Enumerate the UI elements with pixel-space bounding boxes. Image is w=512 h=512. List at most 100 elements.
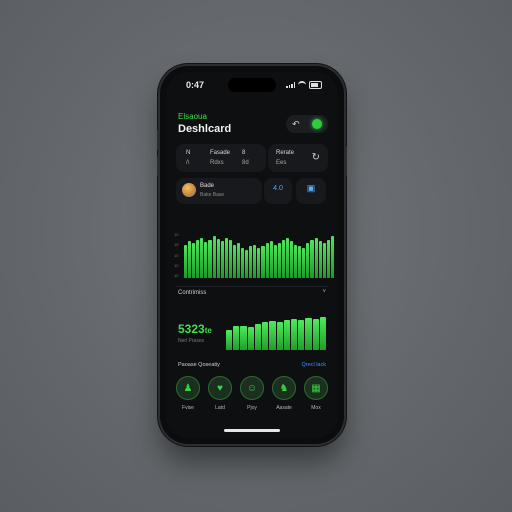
- quick-action-label: Latd: [215, 405, 225, 411]
- wifi-icon: [298, 81, 306, 89]
- chart-bar: [212, 236, 216, 278]
- activity-bar-chart: 10 15 10 10 10: [174, 232, 334, 278]
- quick-actions-title: Paoase Qoseatiy: [178, 362, 220, 368]
- stat-b: Fasade Rdxs: [210, 150, 230, 166]
- stat-b-value: Rdxs: [210, 160, 224, 166]
- y-tick-label: 10: [174, 273, 179, 278]
- chart-bar: [330, 236, 334, 278]
- stat-d-label: Rerate: [276, 150, 295, 156]
- battery-icon: [309, 81, 322, 89]
- stat-c-value: 8d: [242, 160, 249, 166]
- mini-chart-card[interactable]: ▣: [296, 178, 326, 204]
- quick-action-fvise[interactable]: ♟ Fvise: [174, 376, 202, 411]
- page-title: Deshlcard: [178, 123, 232, 135]
- chart-bar: [220, 241, 224, 278]
- chart-bar: [322, 242, 326, 278]
- chart-bar: [237, 242, 241, 278]
- summary-bar: [298, 320, 305, 350]
- profile-card[interactable]: Bade Bake Base: [176, 178, 262, 204]
- home-indicator[interactable]: [224, 429, 280, 432]
- big-value-sub: Nerl Prases: [178, 338, 205, 344]
- quick-action-label: Fvise: [182, 405, 194, 411]
- big-value: 5323te: [178, 322, 212, 336]
- stat-d: Rerate Ees: [276, 150, 294, 166]
- chart-bar: [269, 241, 273, 278]
- back-arrow-icon[interactable]: ↶: [292, 119, 300, 130]
- summary-bar: [262, 322, 269, 350]
- section-title: Contrimiss: [178, 290, 207, 296]
- person-icon[interactable]: ♟: [176, 376, 200, 400]
- chart-bar: [273, 244, 277, 278]
- avatar: [182, 183, 196, 197]
- quick-action-label: Mox: [311, 405, 321, 411]
- volume-up-button: [157, 130, 160, 150]
- phone-frame: 0:47 Elsaoua Deshlcard ↶ N /\ Fasade Rdx…: [157, 66, 347, 444]
- chart-bar: [281, 239, 285, 278]
- bars-container: [184, 232, 334, 278]
- chevron-down-icon[interactable]: ˅: [322, 289, 326, 295]
- rerate-card[interactable]: Rerate Ees ↻: [268, 144, 328, 172]
- chart-bar: [261, 246, 265, 278]
- chart-bar: [306, 242, 310, 278]
- stat-a: N /\: [186, 150, 190, 166]
- summary-bar-chart: [226, 316, 327, 350]
- y-tick-label: 15: [174, 242, 179, 248]
- heart-icon[interactable]: ♥: [208, 376, 232, 400]
- quick-action-aasate[interactable]: ♞ Aasate: [270, 376, 298, 411]
- chart-bar: [257, 247, 261, 278]
- dynamic-island: [228, 78, 276, 92]
- chart-bar: [216, 238, 220, 278]
- chart-bar: [241, 247, 245, 278]
- quick-action-latd[interactable]: ♥ Latd: [206, 376, 234, 411]
- summary-bar: [276, 322, 283, 350]
- chart-bar: [314, 237, 318, 278]
- volume-down-button: [157, 156, 160, 176]
- summary-bar: [226, 330, 233, 350]
- chart-bar: [285, 237, 290, 278]
- summary-bar: [319, 317, 327, 350]
- header-subtitle: Elsaoua: [178, 112, 207, 121]
- stat-a-value: /\: [186, 160, 190, 166]
- status-icons: [286, 81, 322, 89]
- chart-bar: [318, 241, 322, 278]
- stat-d-value: Ees: [276, 160, 287, 166]
- summary-bar: [247, 327, 254, 350]
- status-dot-icon[interactable]: [311, 119, 322, 129]
- summary-bar: [254, 324, 262, 350]
- summary-bar: [283, 320, 290, 350]
- signal-icon: [286, 82, 295, 88]
- y-axis-labels: 10 15 10 10 10: [174, 232, 178, 278]
- chart-bar: [204, 242, 208, 278]
- chart-bar: [184, 244, 188, 278]
- y-tick-label: 10: [174, 252, 179, 258]
- quick-action-mox[interactable]: ▦ Mox: [302, 376, 330, 411]
- quick-actions-link[interactable]: Qrecl lack: [302, 362, 326, 368]
- chart-bar: [298, 246, 302, 278]
- stat-a-label: N: [186, 150, 191, 156]
- chart-bar: [232, 244, 237, 278]
- header-actions[interactable]: ↶: [286, 115, 328, 133]
- chart-bar: [245, 249, 249, 278]
- chart-bar: [302, 247, 306, 278]
- chart-bar: [200, 237, 204, 278]
- quick-action-label: Pjoy: [247, 405, 257, 411]
- summary-bar: [269, 321, 276, 350]
- mini-value: 4.0: [273, 185, 283, 192]
- summary-bar: [290, 319, 298, 350]
- mini-value-card[interactable]: 4.0: [264, 178, 292, 204]
- chart-bar: [290, 241, 294, 278]
- summary-bar: [233, 326, 240, 350]
- quick-action-label: Aasate: [276, 405, 292, 411]
- status-time: 0:47: [186, 80, 205, 90]
- refresh-icon[interactable]: ↻: [312, 152, 320, 163]
- profile-sub: Bake Base: [200, 192, 225, 198]
- grid-icon[interactable]: ▦: [304, 376, 328, 400]
- chart-bar: [196, 239, 200, 278]
- stats-card[interactable]: N /\ Fasade Rdxs 8 8d: [176, 144, 266, 172]
- person-icon[interactable]: ♞: [272, 376, 296, 400]
- chart-bar: [326, 239, 330, 278]
- smile-icon[interactable]: ☺: [240, 376, 264, 400]
- chart-bar: [277, 242, 281, 278]
- quick-action-pjoy[interactable]: ☺ Pjoy: [238, 376, 266, 411]
- summary-bar: [240, 326, 247, 350]
